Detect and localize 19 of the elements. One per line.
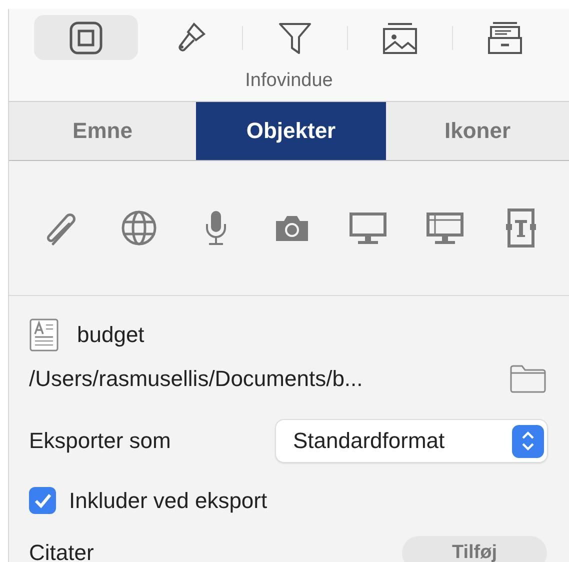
document-icon [29,318,59,352]
checkmark-icon [34,492,52,508]
export-format-dropdown[interactable]: Standardformat [276,420,547,462]
toolbar-button[interactable] [34,15,138,60]
tab[interactable]: Ikoner [386,102,569,160]
tab[interactable]: Objekter [196,102,386,160]
square-icon [68,20,104,56]
include-checkbox[interactable] [29,487,56,514]
export-label: Eksporter som [29,428,171,454]
add-button[interactable]: Tilføj [402,536,547,562]
stepper-icon [520,429,536,453]
cabinet-icon [487,20,523,56]
file-name: budget [77,322,144,348]
citations-label: Citater [29,540,94,562]
tab[interactable]: Emne [9,102,196,160]
folder-icon[interactable] [509,364,547,394]
include-label: Inkluder ved eksport [69,488,268,514]
file-path: /Users/rasmusellis/Documents/b... [29,366,363,392]
inspector-title: Infovindue [244,70,334,92]
